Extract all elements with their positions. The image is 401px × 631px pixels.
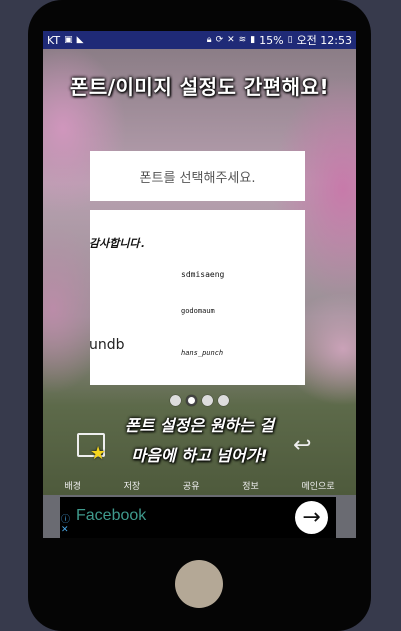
font-option-godomaum[interactable]: godomaum <box>181 307 215 315</box>
battery-label: 15% <box>259 33 284 47</box>
caption-line-1: 폰트 설정은 원하는 걸 <box>124 416 275 435</box>
home-button[interactable] <box>175 560 223 608</box>
page-dot[interactable] <box>218 395 229 406</box>
font-list[interactable]: 감사합니다. sdmisaeng godomaum undb hans_punc… <box>89 210 305 385</box>
star-icon: ★ <box>90 443 107 464</box>
gallery-icon: ▣ <box>64 35 73 45</box>
carrier-label: KT <box>47 33 61 47</box>
page-indicator <box>43 395 356 406</box>
wifi-icon: ≋ <box>238 35 247 45</box>
ad-banner[interactable]: ⓘ ✕ Facebook → <box>60 497 336 538</box>
font-sample-left-bottom[interactable]: undb <box>89 337 125 353</box>
font-picker-title: 폰트를 선택해주세요. <box>90 151 305 201</box>
toolbar-info[interactable]: 정보 <box>242 479 259 492</box>
toolbar-background[interactable]: 배경 <box>64 479 81 492</box>
font-sample-left-top[interactable]: 감사합니다. <box>89 235 146 251</box>
page-dot[interactable] <box>202 395 213 406</box>
app-icon: ◣ <box>76 35 84 45</box>
page-dot-active[interactable] <box>186 395 197 406</box>
arrow-right-icon[interactable]: → <box>295 501 328 534</box>
font-option-sdmisaeng[interactable]: sdmisaeng <box>181 270 224 279</box>
signal-icon: ▮ <box>250 35 256 45</box>
app-screen: KT ▣ ◣ 🔒︎ ⟳ ✕ ≋ ▮ 15% ▯ 오전 12:53 폰트/이미지 … <box>43 31 356 538</box>
lock-icon: 🔒︎ <box>206 35 212 45</box>
clock-label: 오전 12:53 <box>296 34 352 47</box>
page-dot[interactable] <box>170 395 181 406</box>
mute-icon: ✕ <box>227 35 235 45</box>
status-bar: KT ▣ ◣ 🔒︎ ⟳ ✕ ≋ ▮ 15% ▯ 오전 12:53 <box>43 31 356 49</box>
font-option-hans-punch[interactable]: hans_punch <box>181 349 223 357</box>
headline: 폰트/이미지 설정도 간편해요! <box>69 75 330 99</box>
toolbar-save[interactable]: 저장 <box>124 479 141 492</box>
ad-text[interactable]: Facebook <box>76 507 146 525</box>
toolbar-share[interactable]: 공유 <box>183 479 200 492</box>
toolbar-main[interactable]: 메인으로 <box>301 479 334 492</box>
ad-info-icon[interactable]: ⓘ ✕ <box>61 515 70 535</box>
bottom-toolbar: 배경 저장 공유 정보 메인으로 <box>43 474 356 496</box>
sync-icon: ⟳ <box>215 35 224 45</box>
battery-icon: ▯ <box>287 35 293 45</box>
